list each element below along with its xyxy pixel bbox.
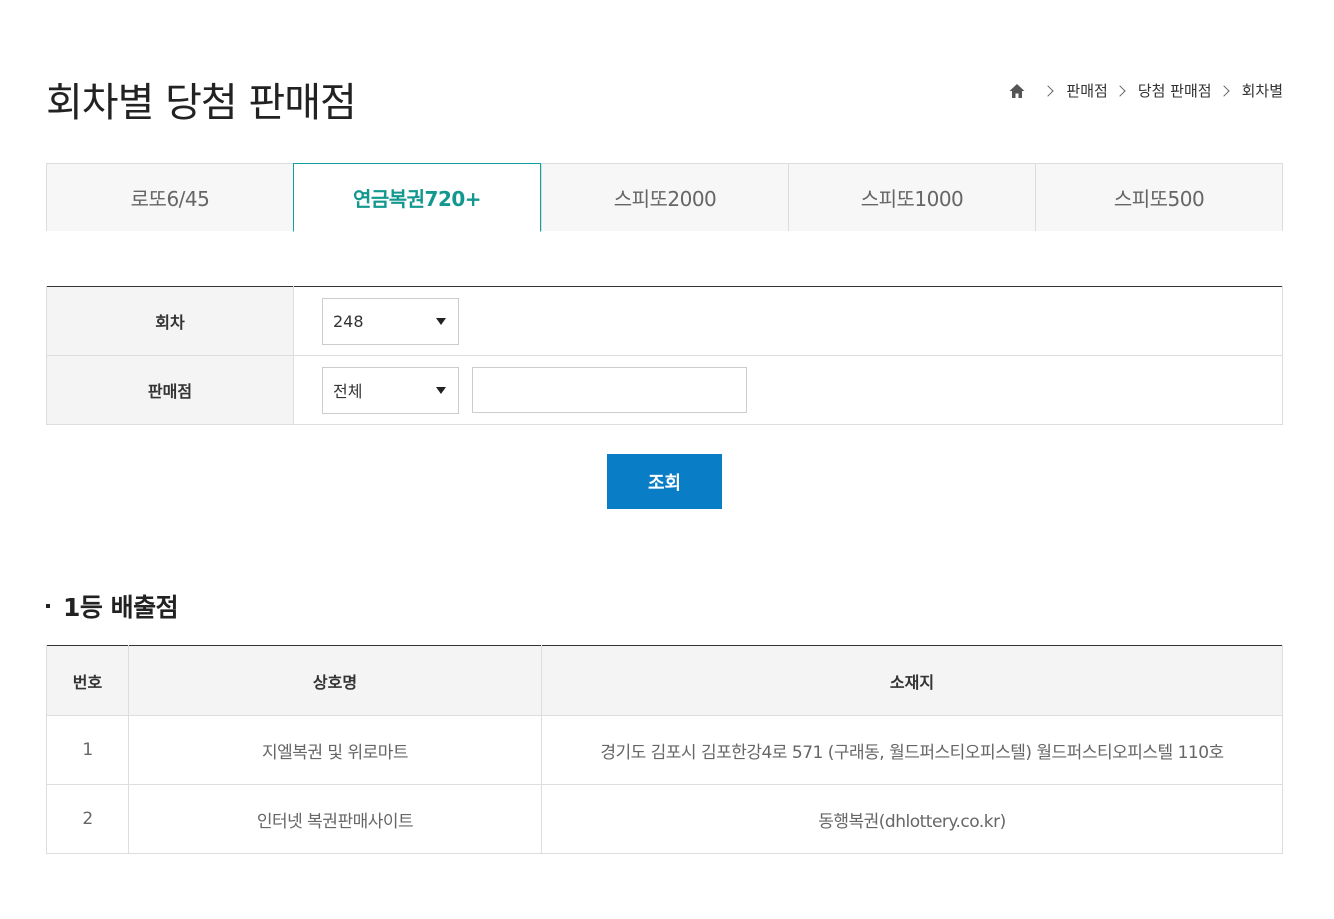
- tab-pension720[interactable]: 연금복권720+: [293, 163, 541, 232]
- caret-down-icon: [436, 317, 446, 325]
- page-title: 회차별 당첨 판매점: [46, 80, 357, 126]
- product-tabs: 로또6/45 연금복권720+ 스피또2000 스피또1000 스피또500: [46, 163, 1283, 232]
- header-no: 번호: [46, 645, 129, 716]
- table-header-row: 번호 상호명 소재지: [46, 645, 1283, 716]
- tab-speetto2000[interactable]: 스피또2000: [541, 163, 788, 231]
- tab-lotto645[interactable]: 로또6/45: [46, 163, 293, 231]
- search-button[interactable]: 조회: [607, 454, 722, 509]
- cell-address: 경기도 김포시 김포한강4로 571 (구래동, 월드퍼스티오피스텔) 월드퍼스…: [541, 715, 1283, 785]
- chevron-right-icon: [1114, 84, 1126, 97]
- header-store-name: 상호명: [128, 645, 542, 716]
- breadcrumb-item-winning-store[interactable]: 당첨 판매점: [1138, 80, 1212, 101]
- store-type-select-value: 전체: [333, 382, 363, 401]
- breadcrumb: 판매점 당첨 판매점 회차별: [1008, 80, 1283, 101]
- round-label: 회차: [46, 286, 294, 356]
- round-select[interactable]: 248: [322, 297, 459, 345]
- breadcrumb-item-by-round[interactable]: 회차별: [1242, 80, 1283, 101]
- chevron-right-icon: [1217, 84, 1230, 97]
- cell-address: 동행복권(dhlottery.co.kr): [541, 784, 1283, 854]
- header-address: 소재지: [541, 645, 1283, 716]
- section-title-text: 1등 배출점: [63, 593, 179, 622]
- caret-down-icon: [436, 386, 446, 394]
- bullet-icon: [46, 604, 50, 608]
- breadcrumb-item-store[interactable]: 판매점: [1066, 80, 1107, 101]
- search-row-store: 판매점 전체: [46, 355, 1283, 425]
- store-label: 판매점: [46, 355, 294, 425]
- tab-speetto500[interactable]: 스피또500: [1035, 163, 1283, 231]
- result-table: 번호 상호명 소재지 1 지엘복권 및 위로마트 경기도 김포시 김포한강4로 …: [46, 645, 1283, 854]
- section-title: 1등 배출점: [46, 588, 179, 624]
- chevron-right-icon: [1042, 84, 1055, 97]
- tab-speetto1000[interactable]: 스피또1000: [788, 163, 1035, 231]
- cell-store-name: 지엘복권 및 위로마트: [128, 715, 542, 785]
- search-form: 회차 248 판매점 전체: [46, 286, 1283, 425]
- cell-no: 2: [46, 784, 129, 854]
- cell-no: 1: [46, 715, 129, 785]
- table-row: 1 지엘복권 및 위로마트 경기도 김포시 김포한강4로 571 (구래동, 월…: [46, 715, 1283, 785]
- cell-store-name: 인터넷 복권판매사이트: [128, 784, 542, 854]
- home-icon[interactable]: [1008, 82, 1026, 100]
- round-select-value: 248: [333, 311, 364, 331]
- table-row: 2 인터넷 복권판매사이트 동행복권(dhlottery.co.kr): [46, 784, 1283, 854]
- search-row-round: 회차 248: [46, 286, 1283, 356]
- store-type-select[interactable]: 전체: [322, 366, 459, 414]
- store-search-input[interactable]: [472, 367, 748, 413]
